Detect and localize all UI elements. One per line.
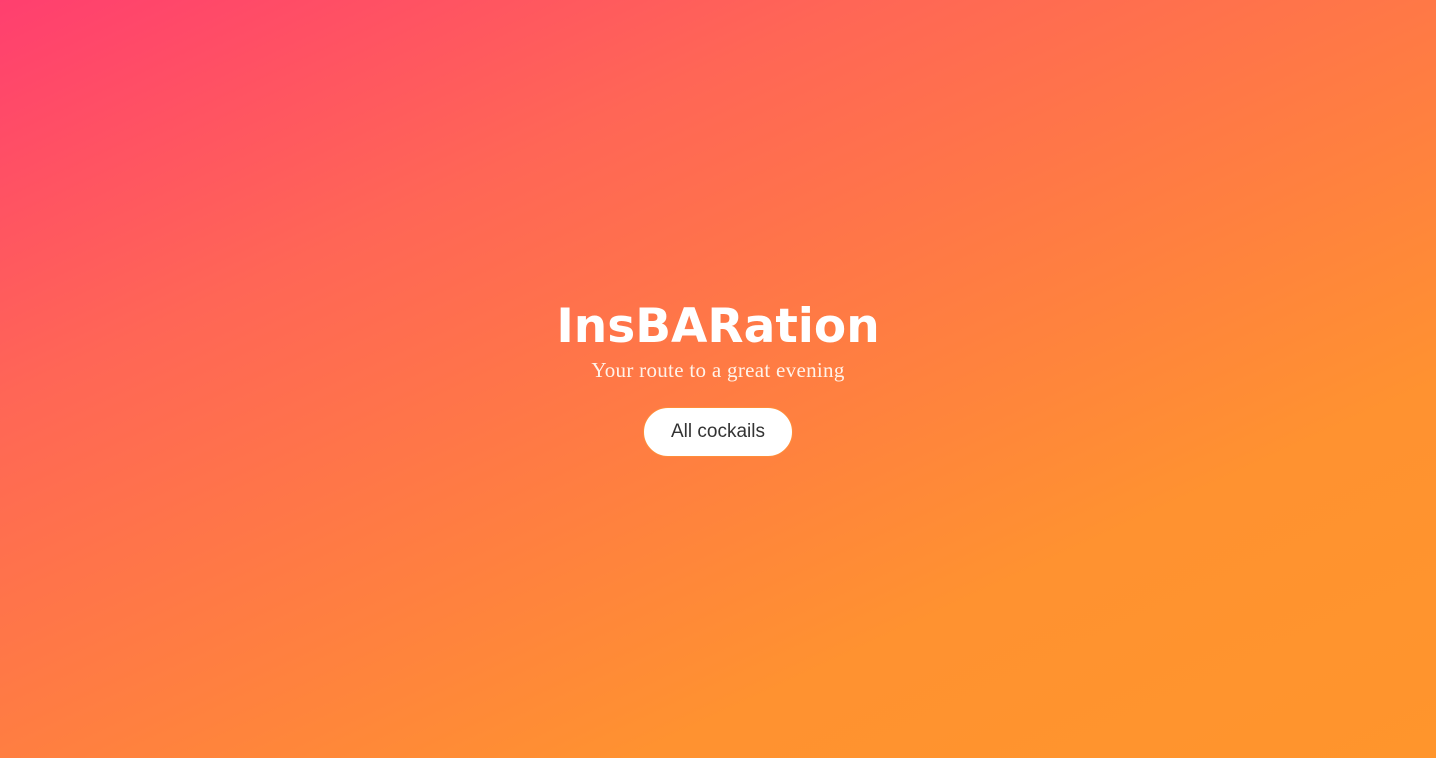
- site-title: InsBARation: [556, 299, 880, 354]
- all-cocktails-button[interactable]: All cockails: [643, 407, 793, 457]
- hero-section: InsBARation Your route to a great evenin…: [0, 0, 1436, 758]
- site-tagline: Your route to a great evening: [591, 358, 845, 382]
- hero-content: InsBARation Your route to a great evenin…: [0, 298, 1436, 457]
